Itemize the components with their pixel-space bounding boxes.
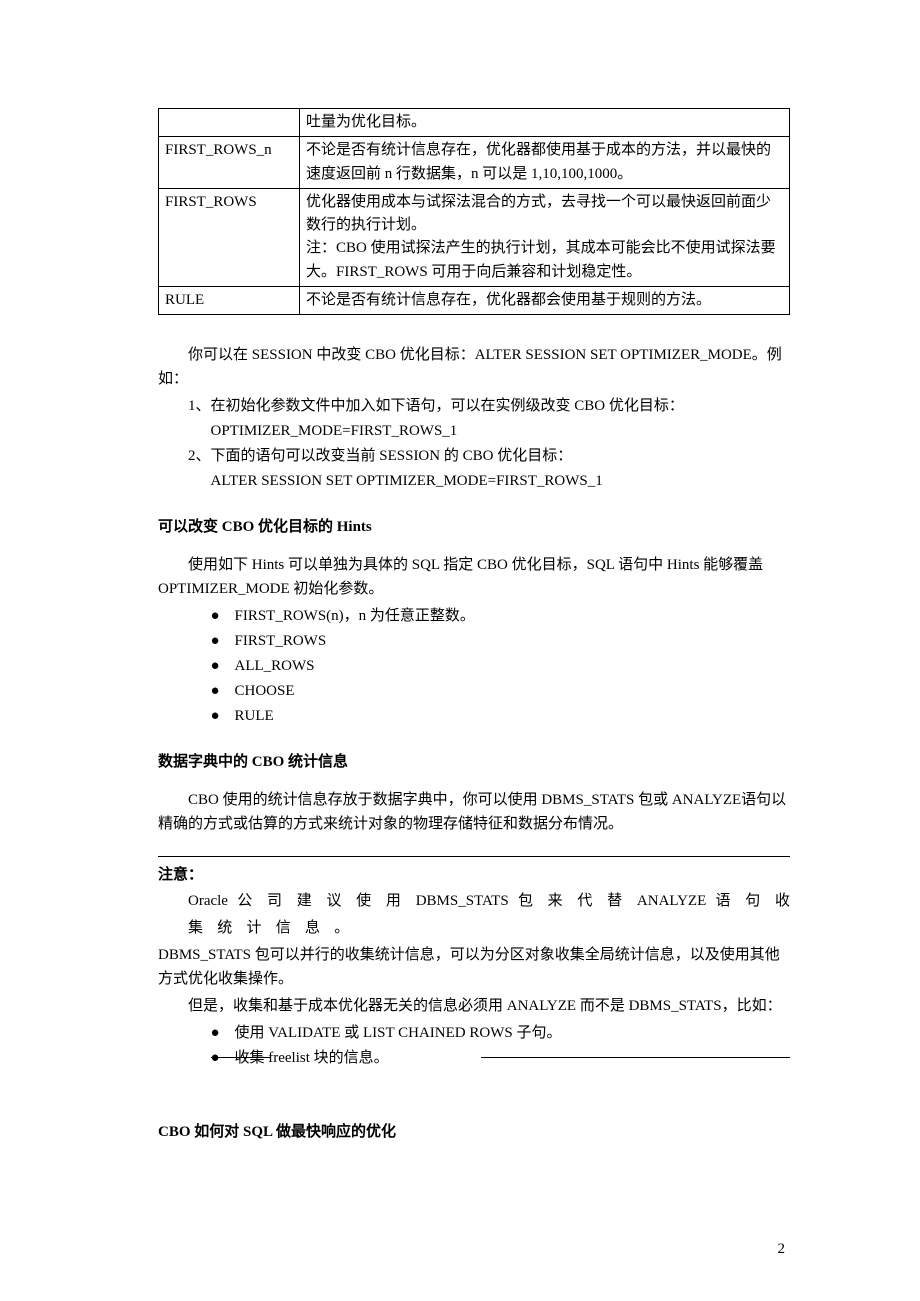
heading-stats: 数据字典中的 CBO 统计信息 (158, 750, 790, 774)
paragraph: DBMS_STATS 包可以并行的收集统计信息，可以为分区对象收集全局统计信息，… (158, 943, 790, 991)
paragraph: CBO 使用的统计信息存放于数据字典中，你可以使用 DBMS_STATS 包或 … (158, 788, 790, 836)
list-item-sub: ALTER SESSION SET OPTIMIZER_MODE=FIRST_R… (188, 469, 790, 493)
cell-desc: 吐量为优化目标。 (300, 109, 790, 137)
cell-desc: 优化器使用成本与试探法混合的方式，去寻找一个可以最快返回前面少数行的执行计划。 … (300, 188, 790, 286)
list-item: ●收集 freelist 块的信息。 (211, 1046, 791, 1070)
page-number: 2 (778, 1237, 786, 1261)
list-item: ●使用 VALIDATE 或 LIST CHAINED ROWS 子句。 (211, 1021, 791, 1045)
horizontal-rule (158, 856, 790, 857)
horizontal-rule (481, 1057, 791, 1058)
paragraph: 但是，收集和基于成本优化器无关的信息必须用 ANALYZE 而不是 DBMS_S… (158, 994, 790, 1018)
heading-response: CBO 如何对 SQL 做最快响应的优化 (158, 1120, 790, 1144)
table-row: 吐量为优化目标。 (159, 109, 790, 137)
list-item: ●FIRST_ROWS(n)，n 为任意正整数。 (211, 604, 791, 628)
note-line: Oracle 公 司 建 议 使 用 DBMS_STATS 包 来 代 替 AN… (158, 889, 790, 913)
bullet-icon: ● (211, 604, 235, 628)
document-page: 吐量为优化目标。 FIRST_ROWS_n 不论是否有统计信息存在，优化器都使用… (0, 0, 920, 1301)
numbered-list: 1、在初始化参数文件中加入如下语句，可以在实例级改变 CBO 优化目标： OPT… (158, 394, 790, 493)
table-row: FIRST_ROWS 优化器使用成本与试探法混合的方式，去寻找一个可以最快返回前… (159, 188, 790, 286)
bullet-icon: ● (211, 1021, 235, 1045)
heading-hints: 可以改变 CBO 优化目标的 Hints (158, 515, 790, 539)
list-item: 2、下面的语句可以改变当前 SESSION 的 CBO 优化目标： (188, 444, 790, 468)
note-label: 注意： (158, 863, 790, 887)
bullet-icon: ● (211, 704, 235, 728)
list-item: ●RULE (211, 704, 791, 728)
horizontal-rule (211, 1057, 271, 1058)
bullet-list: ●使用 VALIDATE 或 LIST CHAINED ROWS 子句。 ●收集… (158, 1021, 790, 1070)
bullet-icon: ● (211, 654, 235, 678)
table-row: RULE 不论是否有统计信息存在，优化器都会使用基于规则的方法。 (159, 286, 790, 314)
cell-desc: 不论是否有统计信息存在，优化器都使用基于成本的方法，并以最快的速度返回前 n 行… (300, 137, 790, 189)
bullet-icon: ● (211, 1046, 235, 1070)
cell-desc: 不论是否有统计信息存在，优化器都会使用基于规则的方法。 (300, 286, 790, 314)
list-item: ●FIRST_ROWS (211, 629, 791, 653)
bullet-icon: ● (211, 629, 235, 653)
optimizer-modes-table: 吐量为优化目标。 FIRST_ROWS_n 不论是否有统计信息存在，优化器都使用… (158, 108, 790, 315)
cell-mode: FIRST_ROWS (159, 188, 300, 286)
note-line: 集 统 计 信 息 。 (158, 916, 790, 940)
paragraph: 使用如下 Hints 可以单独为具体的 SQL 指定 CBO 优化目标，SQL … (158, 553, 790, 601)
bullet-icon: ● (211, 679, 235, 703)
table-row: FIRST_ROWS_n 不论是否有统计信息存在，优化器都使用基于成本的方法，并… (159, 137, 790, 189)
cell-mode (159, 109, 300, 137)
list-item-sub: OPTIMIZER_MODE=FIRST_ROWS_1 (188, 419, 790, 443)
cell-mode: FIRST_ROWS_n (159, 137, 300, 189)
bullet-list: ●FIRST_ROWS(n)，n 为任意正整数。 ●FIRST_ROWS ●AL… (158, 604, 790, 728)
list-item: 1、在初始化参数文件中加入如下语句，可以在实例级改变 CBO 优化目标： (188, 394, 790, 418)
paragraph: 你可以在 SESSION 中改变 CBO 优化目标：ALTER SESSION … (158, 343, 790, 391)
cell-mode: RULE (159, 286, 300, 314)
list-item: ●CHOOSE (211, 679, 791, 703)
list-item: ●ALL_ROWS (211, 654, 791, 678)
